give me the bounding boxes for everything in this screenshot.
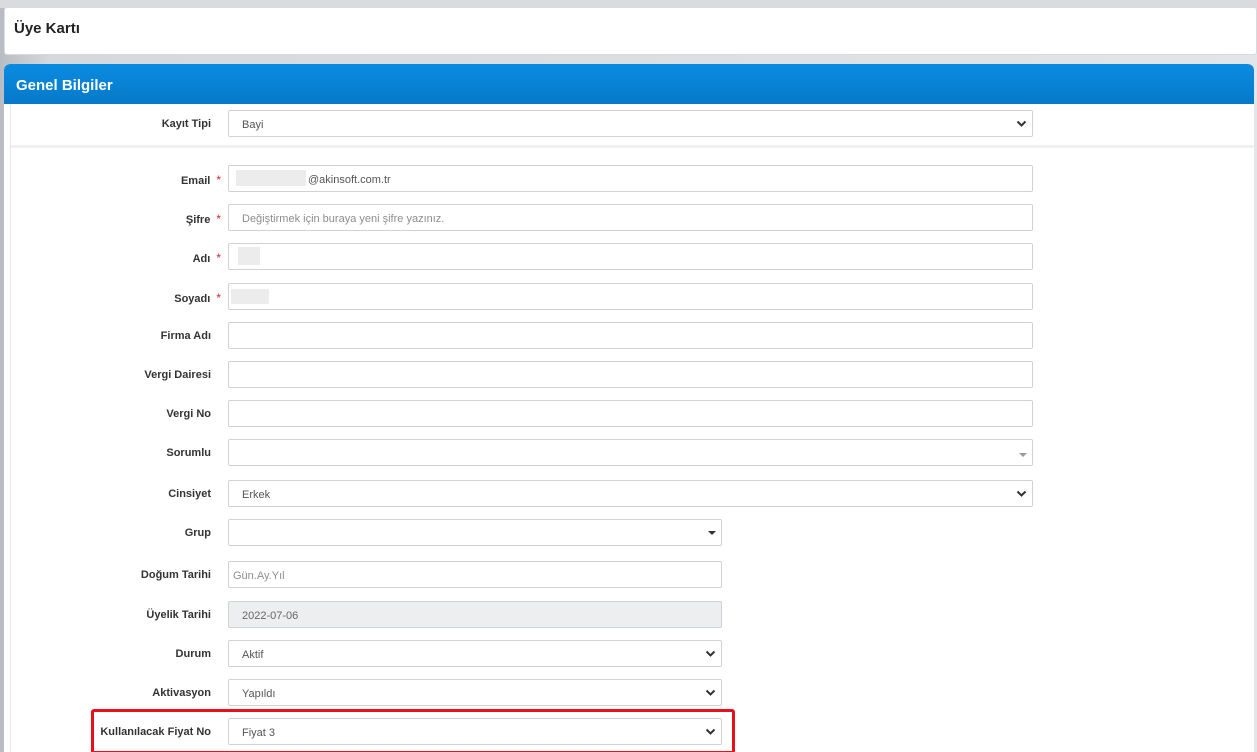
chevron-down-icon — [1016, 490, 1027, 497]
cinsiyet-label: Cinsiyet — [168, 488, 211, 500]
cinsiyet-select[interactable]: Erkek — [228, 480, 1033, 507]
required-marker: * — [216, 291, 221, 305]
redacted-block — [231, 289, 269, 304]
required-marker: * — [216, 212, 221, 226]
dogum-tarihi-label: Doğum Tarihi — [140, 569, 211, 581]
vergi-no-label: Vergi No — [166, 408, 211, 420]
firma-adi-input[interactable] — [228, 322, 1033, 349]
durum-select[interactable]: Aktif — [228, 640, 722, 667]
cinsiyet-value: Erkek — [242, 489, 271, 501]
chevron-down-icon — [705, 689, 716, 696]
caret-down-icon — [1019, 453, 1027, 457]
grup-select[interactable] — [228, 519, 722, 546]
dogum-tarihi-input[interactable]: Gün.Ay.Yıl — [228, 561, 722, 588]
email-label: Email — [180, 175, 211, 187]
panel-title: Genel Bilgiler — [16, 77, 113, 94]
uyelik-tarihi-value: 2022-07-06 — [242, 610, 299, 622]
panel-body: Kayıt Tipi Bayi Email * @akinsoft.com.tr … — [10, 104, 1254, 752]
sifre-label: Şifre — [185, 214, 211, 226]
durum-value: Aktif — [242, 649, 264, 661]
caret-down-icon — [708, 531, 716, 535]
page-header: Üye Kartı — [4, 7, 1257, 55]
adi-label: Adı — [192, 253, 211, 265]
dogum-tarihi-placeholder: Gün.Ay.Yıl — [233, 570, 285, 582]
general-info-panel: Genel Bilgiler Kayıt Tipi Bayi Email * @a… — [4, 64, 1254, 752]
email-input[interactable]: @akinsoft.com.tr — [228, 165, 1033, 192]
chevron-down-icon — [1016, 120, 1027, 127]
uyelik-tarihi-label: Üyelik Tarihi — [146, 609, 211, 621]
soyadi-label: Soyadı — [174, 293, 211, 305]
grup-label: Grup — [184, 527, 211, 539]
email-value: @akinsoft.com.tr — [308, 174, 391, 186]
vergi-dairesi-label: Vergi Dairesi — [144, 369, 211, 381]
aktivasyon-select[interactable]: Yapıldı — [228, 679, 722, 706]
vergi-no-input[interactable] — [228, 400, 1033, 427]
aktivasyon-value: Yapıldı — [242, 688, 276, 700]
kayit-tipi-select[interactable]: Bayi — [228, 110, 1033, 137]
sorumlu-label: Sorumlu — [166, 447, 211, 459]
required-marker: * — [216, 251, 221, 265]
firma-adi-label: Firma Adı — [160, 330, 211, 342]
sifre-input[interactable]: Değiştirmek için buraya yeni şifre yazın… — [228, 204, 1033, 231]
sifre-placeholder: Değiştirmek için buraya yeni şifre yazın… — [242, 213, 445, 225]
highlight-box — [91, 709, 735, 752]
redacted-block — [236, 170, 306, 186]
page-title: Üye Kartı — [14, 20, 80, 37]
sorumlu-select[interactable] — [228, 439, 1033, 466]
chevron-down-icon — [705, 650, 716, 657]
required-marker: * — [216, 173, 221, 187]
section-divider — [11, 145, 1254, 148]
adi-input[interactable] — [228, 243, 1033, 270]
uyelik-tarihi-input: 2022-07-06 — [228, 601, 722, 628]
vergi-dairesi-input[interactable] — [228, 361, 1033, 388]
soyadi-input[interactable] — [228, 283, 1033, 310]
kayit-tipi-label: Kayıt Tipi — [161, 118, 211, 130]
redacted-block — [238, 247, 260, 265]
aktivasyon-label: Aktivasyon — [152, 687, 211, 699]
kayit-tipi-value: Bayi — [242, 119, 264, 131]
durum-label: Durum — [175, 648, 211, 660]
panel-header: Genel Bilgiler — [4, 64, 1254, 104]
